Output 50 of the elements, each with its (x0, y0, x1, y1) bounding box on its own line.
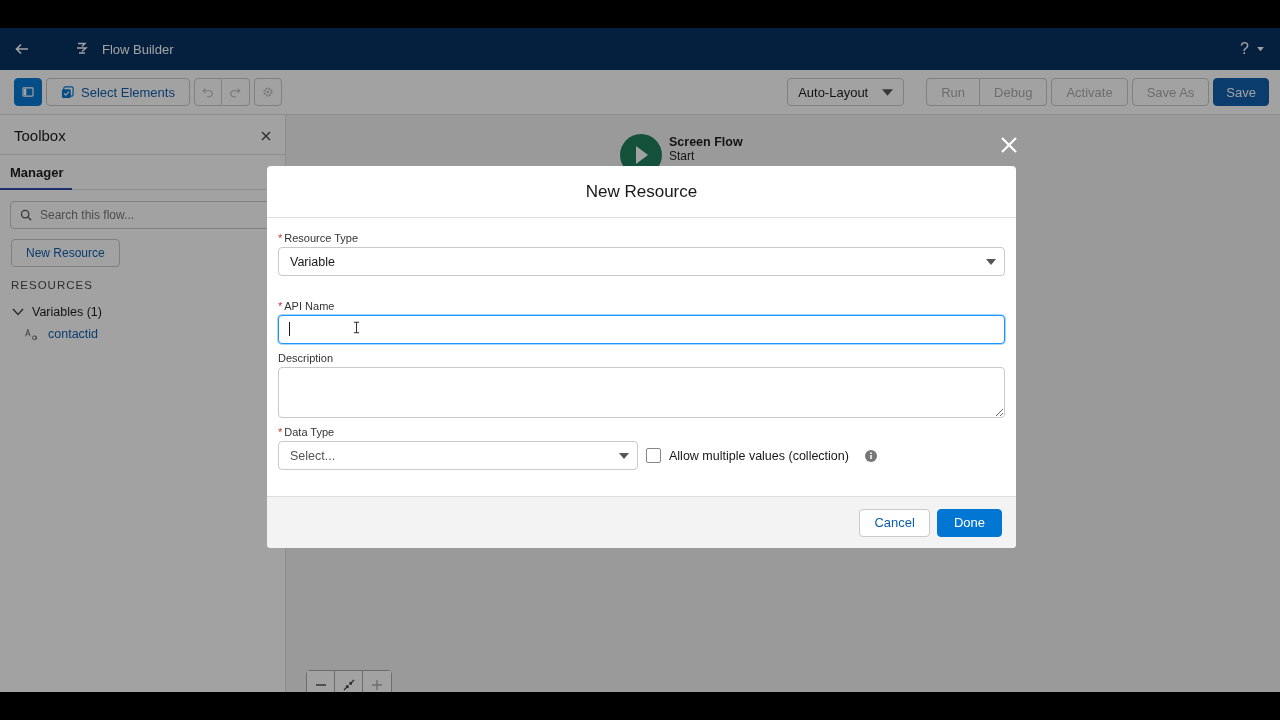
tree-group-label[interactable]: Variables (1) (32, 305, 102, 319)
panel-icon (22, 87, 34, 97)
select-elements-button[interactable]: Select Elements (46, 78, 190, 106)
caret-icon (882, 88, 894, 96)
caret-icon (986, 258, 996, 265)
caret-icon[interactable] (1257, 46, 1264, 52)
caret-icon (619, 452, 629, 459)
field-label: Resource Type (284, 232, 359, 244)
info-icon[interactable] (864, 449, 877, 462)
required-asterisk: * (278, 426, 283, 438)
field-label: Data Type (284, 426, 335, 438)
text-cursor-icon (353, 321, 360, 334)
redo-icon (229, 86, 242, 98)
panel-title: Toolbox (14, 127, 66, 144)
field-label: Description (278, 352, 334, 364)
plus-icon (371, 679, 383, 691)
dialog-button[interactable]: Done (936, 508, 1002, 537)
node-title: Screen Flow (669, 135, 743, 149)
input-field[interactable] (278, 315, 1005, 344)
select-field[interactable]: Select... (278, 441, 638, 470)
undo-icon (201, 86, 214, 98)
checkbox[interactable] (646, 448, 661, 463)
gear-icon (261, 86, 274, 98)
close-icon[interactable] (261, 130, 271, 141)
required-asterisk: * (278, 300, 283, 312)
zoom-out-button[interactable] (307, 671, 335, 692)
panel-tab[interactable]: Manager (0, 155, 72, 190)
chevron-icon[interactable] (12, 308, 24, 316)
app-title: Flow Builder (102, 41, 174, 57)
toggle-panel-button[interactable] (14, 78, 42, 106)
search-icon (20, 209, 32, 221)
resource-link[interactable]: contactid (48, 327, 99, 341)
checked-squares-icon (61, 85, 74, 99)
toolbar-button[interactable]: Save (1213, 78, 1269, 106)
layout-dropdown[interactable]: Auto-Layout (787, 78, 905, 106)
required-asterisk: * (278, 232, 283, 244)
flow-icon (74, 41, 90, 57)
modal-title: New Resource (585, 181, 698, 202)
field-label: API Name (284, 300, 335, 312)
node-subtitle: Start (669, 149, 696, 163)
fit-icon (342, 679, 355, 691)
select-field[interactable]: Variable (278, 247, 1005, 276)
text-type-icon (25, 327, 40, 341)
checkbox-label[interactable]: Allow multiple values (collection) (669, 448, 849, 463)
back-arrow-icon[interactable] (14, 41, 30, 57)
new-resource-button[interactable]: New Resource (11, 239, 120, 267)
help-button[interactable]: ? (1240, 40, 1249, 58)
section-heading: RESOURCES (11, 279, 94, 291)
textarea-field[interactable] (278, 367, 1005, 418)
dialog-button[interactable]: Cancel (859, 508, 930, 537)
